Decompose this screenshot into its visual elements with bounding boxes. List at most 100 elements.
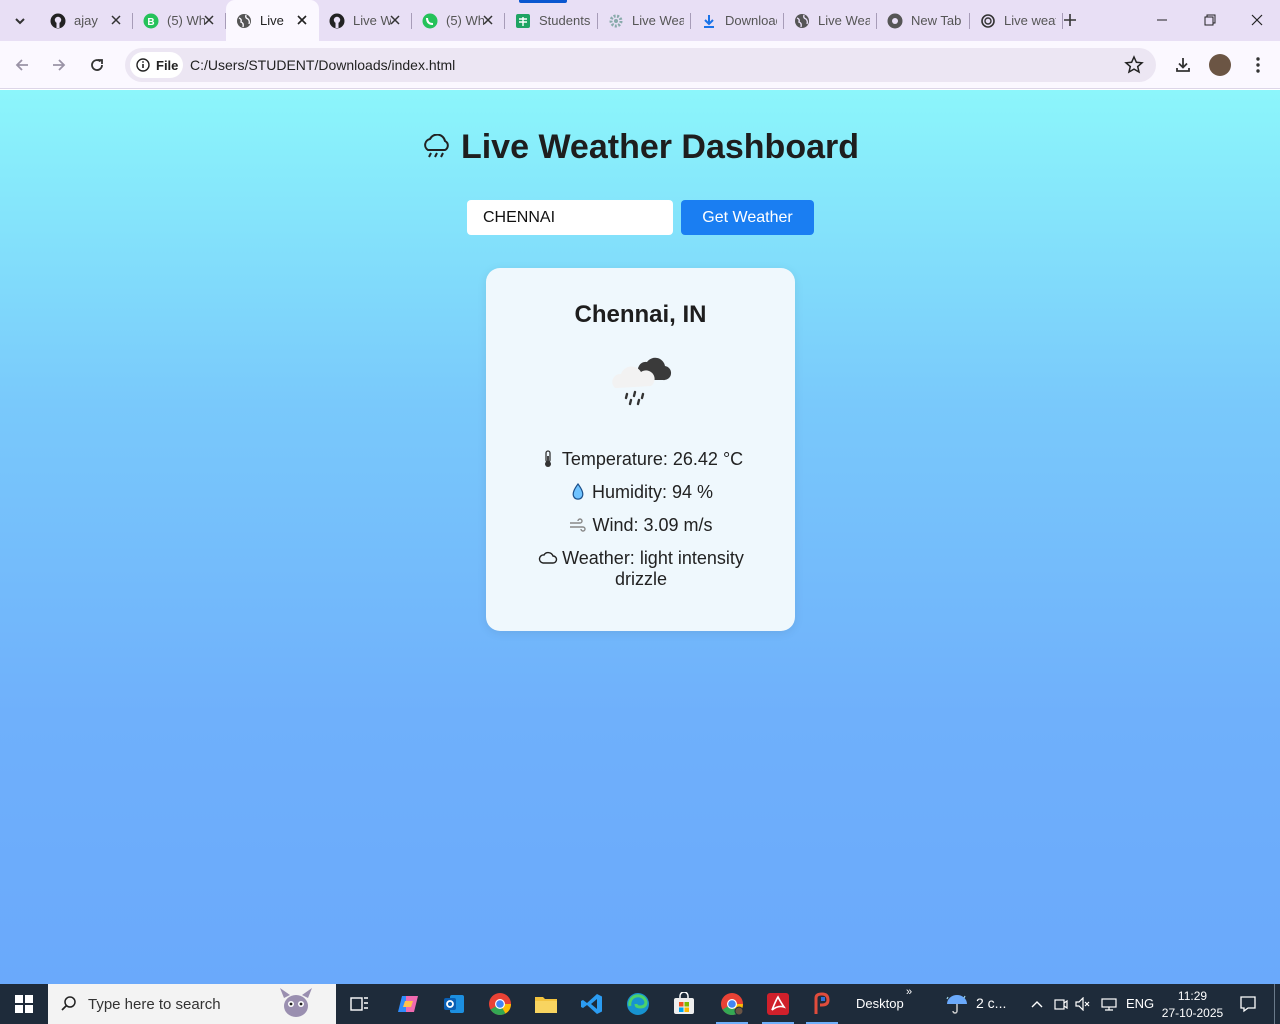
toolbar-expand-icon[interactable]: »	[906, 986, 912, 998]
new-tab-button[interactable]	[1057, 7, 1083, 33]
cloud-rain-icon	[424, 134, 449, 158]
reload-button[interactable]	[82, 50, 112, 80]
close-icon[interactable]	[109, 13, 123, 27]
tab-title: Live Weather Dashboard	[260, 13, 284, 28]
notifications-button[interactable]	[1234, 984, 1262, 1024]
info-icon	[136, 58, 150, 72]
avatar	[1209, 54, 1231, 76]
language-indicator[interactable]: ENG	[1126, 996, 1154, 1011]
camera-icon	[1054, 999, 1068, 1010]
desktop-toolbar-label[interactable]: Desktop	[856, 996, 904, 1011]
close-icon[interactable]	[295, 13, 309, 27]
volume-button[interactable]	[1072, 984, 1094, 1024]
close-icon[interactable]	[202, 13, 216, 27]
tab-students-sheet[interactable]: Students	[505, 0, 598, 41]
forward-button[interactable]	[44, 50, 74, 80]
minimize-button[interactable]	[1147, 6, 1177, 34]
show-desktop-divider[interactable]	[1274, 984, 1275, 1024]
tab-github-live-weather[interactable]: Live Weather	[319, 0, 412, 41]
tab-live-weather-3[interactable]: Live Weather	[784, 0, 877, 41]
tab-live-weather-active[interactable]: Live Weather Dashboard	[226, 0, 319, 41]
site-info-chip[interactable]: File	[130, 52, 183, 78]
umbrella-rain-icon	[946, 995, 967, 1014]
whatsapp-business-icon: B	[143, 13, 159, 28]
meet-now-button[interactable]	[1050, 984, 1072, 1024]
restore-icon	[1204, 14, 1216, 26]
weather-card: Chennai, IN Temperature: 26.42 °C Humidi…	[486, 268, 795, 631]
vscode-icon	[581, 994, 602, 1014]
download-icon	[704, 14, 714, 28]
close-icon[interactable]	[481, 13, 495, 27]
vscode-app[interactable]	[570, 984, 614, 1024]
close-window-button[interactable]	[1242, 6, 1272, 34]
folder-icon	[535, 997, 557, 1013]
tab-whatsapp-business[interactable]: B (5) WhatsApp	[133, 0, 226, 41]
acrobat-icon	[767, 993, 789, 1015]
download-icon	[1176, 58, 1190, 72]
pinned-app[interactable]	[800, 984, 844, 1024]
show-hidden-icons[interactable]	[1026, 984, 1048, 1024]
wind-text: Wind: 3.09 m/s	[592, 515, 713, 535]
tab-github-ajay[interactable]: ajay	[40, 0, 133, 41]
copilot-icon	[398, 996, 418, 1012]
sheets-icon	[516, 13, 530, 28]
bookmark-star-icon[interactable]	[1124, 55, 1144, 75]
clock[interactable]: 11:29 27-10-2025	[1155, 988, 1230, 1022]
outlook-app[interactable]	[432, 984, 476, 1024]
copilot-app[interactable]	[386, 984, 430, 1024]
svg-text:B: B	[147, 17, 154, 28]
address-bar[interactable]: File C:/Users/STUDENT/Downloads/index.ht…	[125, 48, 1156, 82]
city-input[interactable]	[467, 200, 673, 235]
temperature-row: Temperature: 26.42 °C	[486, 449, 795, 470]
tab-new-tab[interactable]: New Tab	[877, 0, 970, 41]
start-button[interactable]	[0, 984, 48, 1024]
weather-widget[interactable]	[936, 984, 978, 1024]
store-app[interactable]	[662, 984, 706, 1024]
outlook-icon	[444, 995, 464, 1013]
tab-title: (5) WhatsApp	[446, 13, 484, 28]
edge-app[interactable]	[616, 984, 660, 1024]
chrome-running-app[interactable]	[710, 984, 754, 1024]
cloud-icon	[538, 551, 558, 564]
get-weather-button[interactable]: Get Weather	[681, 200, 814, 235]
back-button[interactable]	[7, 50, 37, 80]
tab-whatsapp[interactable]: (5) WhatsApp	[412, 0, 505, 41]
page-title-text: Live Weather Dashboard	[460, 128, 860, 166]
tab-title: Downloads	[725, 13, 777, 28]
network-button[interactable]	[1098, 984, 1120, 1024]
close-icon[interactable]	[388, 13, 402, 27]
tab-title: ajay	[74, 13, 98, 28]
file-explorer-app[interactable]	[524, 984, 568, 1024]
restore-button[interactable]	[1195, 6, 1225, 34]
droplet-icon	[572, 483, 584, 500]
tab-downloads[interactable]: Downloads	[691, 0, 784, 41]
tab-live-weather-2[interactable]: Live Weather	[598, 0, 691, 41]
tab-search-button[interactable]	[6, 7, 34, 35]
chrome-icon	[887, 13, 903, 28]
tab-title: (5) WhatsApp	[167, 13, 205, 28]
reload-icon	[91, 59, 103, 71]
acrobat-app[interactable]	[756, 984, 800, 1024]
task-view-button[interactable]	[338, 984, 382, 1024]
weather-widget-text[interactable]: 2 c...	[976, 995, 1006, 1011]
app-icon	[814, 992, 830, 1014]
arrow-left-icon	[15, 59, 28, 71]
chrome-app[interactable]	[478, 984, 522, 1024]
tab-strip: ajay B (5) WhatsApp Live Weather Dashboa…	[0, 0, 1280, 41]
profile-button[interactable]	[1205, 50, 1235, 80]
arrow-right-icon	[53, 59, 66, 71]
humidity-text: Humidity: 94 %	[591, 482, 714, 502]
tab-title: Students	[539, 13, 591, 28]
tab-live-weather-4[interactable]: Live weather	[970, 0, 1063, 41]
taskbar-search[interactable]: Type here to search	[48, 984, 336, 1024]
browser-toolbar: File C:/Users/STUDENT/Downloads/index.ht…	[0, 41, 1280, 89]
downloads-button[interactable]	[1168, 50, 1198, 80]
tab-title: Live Weather	[632, 13, 684, 28]
browser-menu-button[interactable]	[1243, 50, 1273, 80]
search-highlight-icon	[280, 988, 312, 1017]
store-icon	[674, 992, 694, 1014]
close-icon	[1251, 14, 1263, 26]
drizzle-weather-icon	[612, 357, 672, 406]
site-chip-label: File	[156, 57, 179, 73]
globe-icon	[237, 13, 251, 28]
